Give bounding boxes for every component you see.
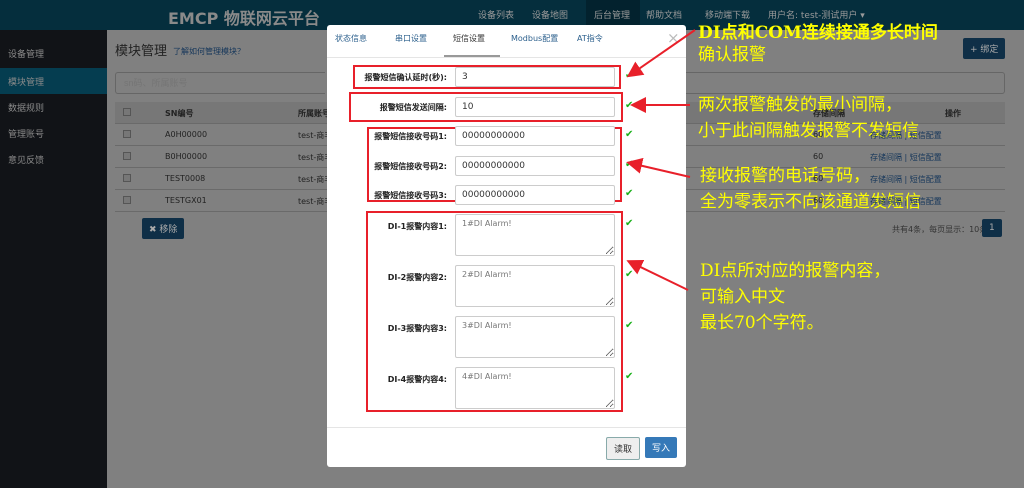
send-interval-label: 报警短信发送间隔: <box>379 103 447 112</box>
confirm-delay-input[interactable]: 3 <box>455 67 615 87</box>
cell-ops[interactable]: 存储间隔 | 短信配置 <box>870 174 942 185</box>
write-button[interactable]: 写入 <box>645 437 678 458</box>
divider <box>327 427 686 428</box>
di2-label: DI-2报警内容2: <box>387 273 447 282</box>
phone2-label: 报警短信接收号码2: <box>374 162 447 171</box>
send-interval-input[interactable]: 10 <box>455 97 615 117</box>
tab-modbus[interactable]: Modbus配置 <box>511 33 558 44</box>
cell-ops[interactable]: 存储间隔 | 短信配置 <box>870 196 942 207</box>
cell-sn: B0H00000 <box>165 152 208 161</box>
search-input-frame <box>686 72 1005 94</box>
cell-interval: 60 <box>813 152 824 161</box>
divider <box>327 57 686 58</box>
nav-user-menu[interactable]: 用户名: test-测试用户 ▾ <box>768 8 865 21</box>
col-interval: 存储间隔 <box>813 109 845 118</box>
cell-ops[interactable]: 存储间隔 | 短信配置 <box>870 130 942 141</box>
phone1-input[interactable]: 00000000000 <box>455 126 615 146</box>
check-icon: ✔ <box>625 371 634 382</box>
sidebar-item-accounts[interactable]: 管理账号 <box>0 120 107 146</box>
nav-device-map[interactable]: 设备地图 <box>532 8 568 21</box>
phone3-label: 报警短信接收号码3: <box>374 191 447 200</box>
close-icon[interactable]: × <box>667 29 680 47</box>
di3-textarea[interactable]: 3#DI Alarm! <box>455 316 615 358</box>
check-icon: ✔ <box>625 129 634 140</box>
tab-at[interactable]: AT指令 <box>577 33 603 44</box>
cell-sn: TESTGX01 <box>165 196 207 205</box>
select-all-checkbox[interactable] <box>123 108 131 116</box>
check-icon: ✔ <box>625 159 634 170</box>
cell-interval: 60 <box>813 130 824 139</box>
cell-interval: 60 <box>813 174 824 183</box>
remove-button[interactable]: ✖ 移除 <box>142 218 185 239</box>
check-icon: ✔ <box>625 218 634 229</box>
cell-sn: TEST0008 <box>165 174 206 183</box>
sidebar: 设备管理 模块管理 数据规则 管理账号 意见反馈 <box>0 30 107 488</box>
di2-textarea[interactable]: 2#DI Alarm! <box>455 265 615 307</box>
bind-button[interactable]: + 绑定 <box>963 38 1006 59</box>
cell-interval: 60 <box>813 196 824 205</box>
sidebar-item-feedback[interactable]: 意见反馈 <box>0 146 107 172</box>
nav-device-list[interactable]: 设备列表 <box>478 8 514 21</box>
row-checkbox[interactable] <box>123 196 131 204</box>
tab-status[interactable]: 状态信息 <box>335 33 367 44</box>
cell-ops[interactable]: 存储间隔 | 短信配置 <box>870 152 942 163</box>
row-checkbox[interactable] <box>123 174 131 182</box>
phone3-input[interactable]: 00000000000 <box>455 185 615 205</box>
di1-textarea[interactable]: 1#DI Alarm! <box>455 214 615 256</box>
check-icon: ✔ <box>625 188 634 199</box>
check-icon: ✔ <box>625 70 634 81</box>
sidebar-item-modules[interactable]: 模块管理 <box>0 68 107 94</box>
di1-label: DI-1报警内容1: <box>387 222 447 231</box>
confirm-delay-label: 报警短信确认延时(秒): <box>364 73 447 82</box>
check-icon: ✔ <box>625 100 634 111</box>
phone1-label: 报警短信接收号码1: <box>374 132 447 141</box>
di4-label: DI-4报警内容4: <box>387 375 447 384</box>
phone2-input[interactable]: 00000000000 <box>455 156 615 176</box>
nav-help[interactable]: 帮助文档 <box>646 8 682 21</box>
search-input[interactable] <box>115 72 325 94</box>
page-title: 模块管理 <box>115 44 168 59</box>
page-1-button[interactable]: 1 <box>982 219 1002 237</box>
nav-admin[interactable]: 后台管理 <box>594 8 630 21</box>
check-icon: ✔ <box>625 320 634 331</box>
col-sn: SN编号 <box>165 109 194 118</box>
pagination-info: 共有4条，每页显示：10条 <box>892 225 988 234</box>
sidebar-item-rules[interactable]: 数据规则 <box>0 94 107 120</box>
nav-mobile[interactable]: 移动端下载 <box>705 8 750 21</box>
di3-label: DI-3报警内容3: <box>387 324 447 333</box>
logo: EMCP 物联网云平台 <box>168 9 320 28</box>
check-icon: ✔ <box>625 269 634 280</box>
sms-settings-modal: 状态信息 串口设置 短信设置 Modbus配置 AT指令 × 报警短信确认延时(… <box>327 25 686 467</box>
sidebar-item-devices[interactable]: 设备管理 <box>0 40 107 66</box>
row-checkbox[interactable] <box>123 152 131 160</box>
row-checkbox[interactable] <box>123 130 131 138</box>
col-ops: 操作 <box>945 109 961 118</box>
col-account: 所属账号 <box>298 109 330 118</box>
tab-sms[interactable]: 短信设置 <box>453 33 485 44</box>
tab-serial[interactable]: 串口设置 <box>395 33 427 44</box>
help-link[interactable]: 了解如何管理模块？ <box>173 46 245 57</box>
read-button[interactable]: 读取 <box>606 437 641 460</box>
di4-textarea[interactable]: 4#DI Alarm! <box>455 367 615 409</box>
cell-sn: A0H00000 <box>165 130 208 139</box>
